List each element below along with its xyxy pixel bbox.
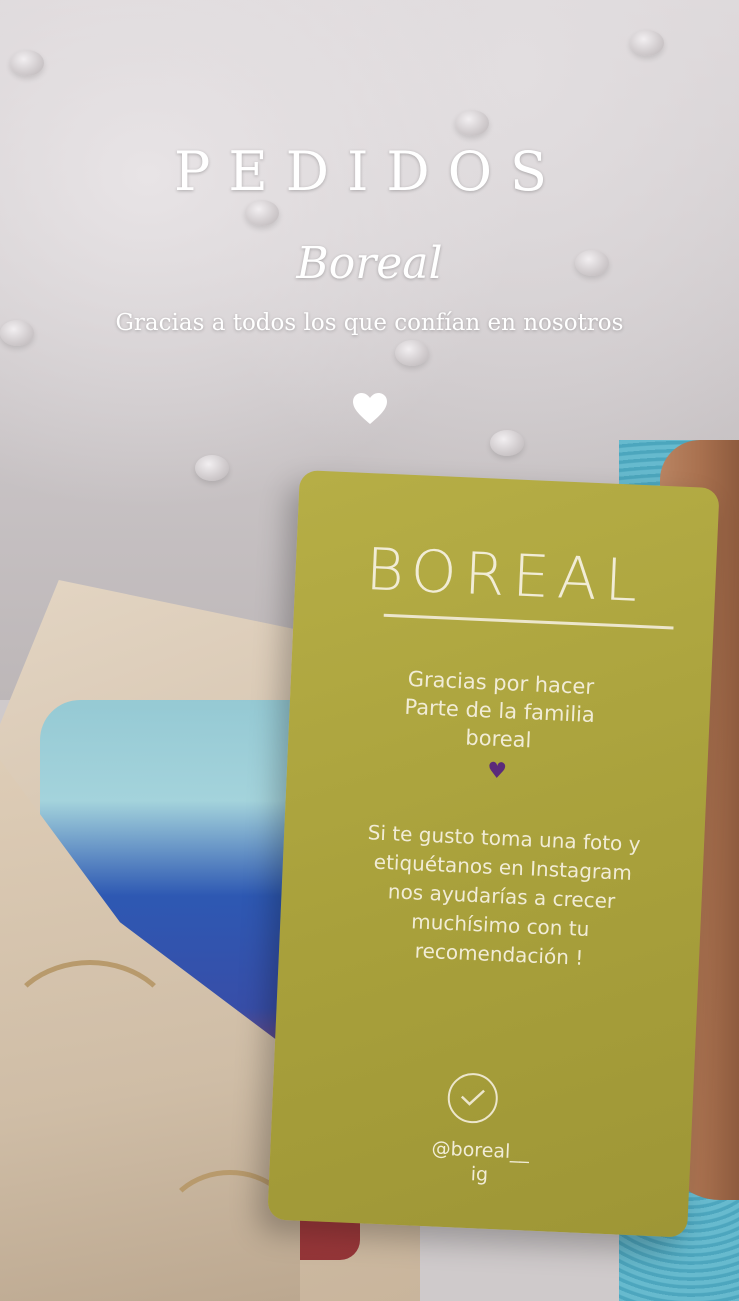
card-thanks-text: Gracias por hacer Parte de la familia bo… [404, 666, 596, 753]
tuft-button [195, 455, 229, 481]
story-title: PEDIDOS [174, 140, 565, 203]
tuft-button [630, 30, 664, 56]
card-instagram-handle: @boreal__ ig [431, 1137, 530, 1186]
card-divider [383, 613, 674, 630]
tuft-button [10, 50, 44, 76]
tuft-button [490, 430, 524, 456]
story-subtitle: Boreal [296, 238, 443, 289]
tuft-button [455, 110, 489, 136]
card-brand: BOREAL [364, 535, 647, 616]
tuft-button [395, 340, 429, 366]
story-caption: Gracias a todos los que confían en nosot… [115, 310, 624, 336]
tuft-button [245, 200, 279, 226]
thank-you-card: BOREAL Gracias por hacer Parte de la fam… [267, 470, 720, 1238]
twine-handle [0, 960, 180, 1110]
white-heart-icon [0, 392, 739, 430]
card-message: Si te gusto toma una foto y etiquétanos … [367, 820, 642, 970]
check-circle-icon [446, 1072, 499, 1125]
